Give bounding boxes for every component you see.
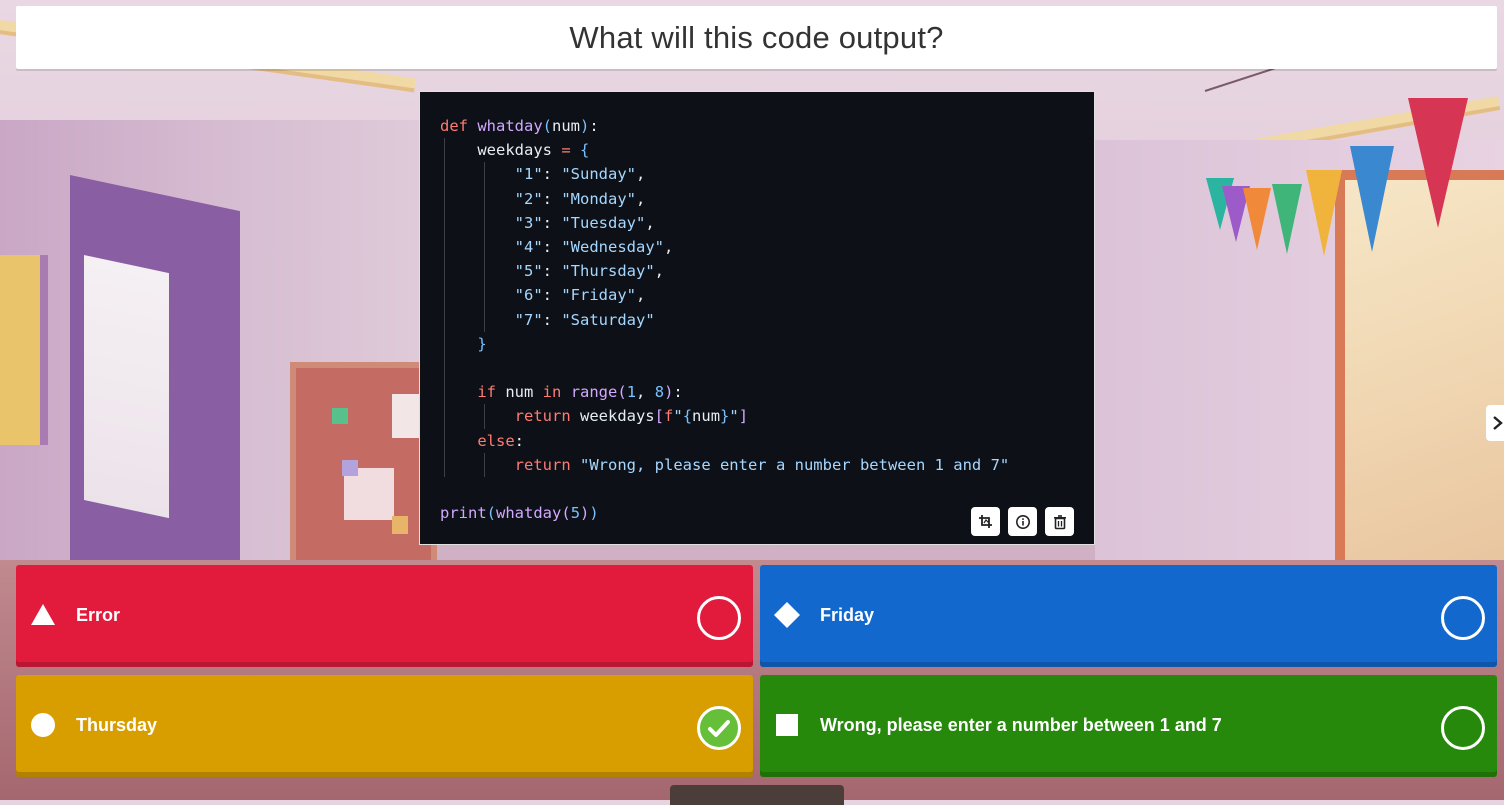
- bunting-flag: [1350, 146, 1394, 252]
- code-line: return "Wrong, please enter a number bet…: [440, 452, 1009, 478]
- code-line: "2": "Monday",: [440, 186, 1009, 211]
- code-image[interactable]: def whatday(num): weekdays = { "1": "Sun…: [419, 91, 1095, 545]
- bottom-toolbar-tab[interactable]: [670, 785, 844, 805]
- checkmark-icon: [708, 720, 730, 737]
- bunting-flag: [1306, 170, 1342, 256]
- image-toolbar: [971, 507, 1074, 536]
- code-line: }: [440, 331, 1009, 357]
- answer-correct-toggle[interactable]: [1441, 706, 1485, 750]
- code-line: [440, 356, 1009, 381]
- left-window: [0, 255, 48, 445]
- code-line: if num in range(1, 8):: [440, 380, 1009, 405]
- answer-option-3[interactable]: Thursday: [16, 675, 753, 777]
- sticky-note: [342, 460, 358, 476]
- bunting-flag: [1243, 188, 1271, 250]
- answer-label: Friday: [820, 605, 875, 625]
- code-line: "7": "Saturday": [440, 307, 1009, 332]
- diamond-icon: [774, 602, 800, 628]
- code-line: weekdays = {: [440, 138, 1009, 163]
- sticky-note: [392, 516, 408, 534]
- answer-label: Thursday: [76, 715, 158, 735]
- delete-button[interactable]: [1045, 507, 1074, 536]
- answer-option-1[interactable]: Error: [16, 565, 753, 667]
- code-block: def whatday(num): weekdays = { "1": "Sun…: [440, 114, 1009, 525]
- bunting-flag: [1408, 98, 1468, 228]
- question-title[interactable]: What will this code output?: [569, 20, 943, 56]
- info-button[interactable]: [1008, 507, 1037, 536]
- answer-label: Wrong, please enter a number between 1 a…: [820, 715, 1222, 735]
- bulletin-board: [290, 362, 437, 574]
- code-line: "5": "Thursday",: [440, 259, 1009, 284]
- answer-correct-toggle[interactable]: [697, 706, 741, 750]
- next-slide-button[interactable]: [1486, 405, 1504, 441]
- answer-correct-toggle[interactable]: [697, 596, 741, 640]
- info-icon: [1015, 514, 1030, 529]
- code-line: "6": "Friday",: [440, 283, 1009, 308]
- trash-icon: [1053, 514, 1066, 529]
- answer-correct-toggle[interactable]: [1441, 596, 1485, 640]
- code-line: "4": "Wednesday",: [440, 235, 1009, 260]
- code-line: def whatday(num):: [440, 117, 599, 135]
- question-header: What will this code output?: [16, 6, 1497, 69]
- paper-note: [392, 394, 422, 438]
- chevron-right-icon: [1493, 416, 1503, 430]
- sticky-note: [332, 408, 348, 424]
- crop-icon: [978, 514, 992, 528]
- answer-label: Error: [76, 605, 121, 625]
- bunting-flag: [1272, 184, 1302, 254]
- circle-icon: [31, 713, 55, 737]
- triangle-icon: [31, 604, 55, 625]
- answer-option-2[interactable]: Friday: [760, 565, 1497, 667]
- door-glass: [84, 255, 169, 519]
- code-line: return weekdays[f"{num}"]: [440, 404, 1009, 429]
- code-line: "1": "Sunday",: [440, 162, 1009, 187]
- code-line: else:: [440, 428, 1009, 453]
- square-icon: [776, 714, 798, 736]
- answer-option-4[interactable]: Wrong, please enter a number between 1 a…: [760, 675, 1497, 777]
- code-line: "3": "Tuesday",: [440, 210, 1009, 236]
- crop-button[interactable]: [971, 507, 1000, 536]
- code-line: print(whatday(5)): [440, 504, 599, 523]
